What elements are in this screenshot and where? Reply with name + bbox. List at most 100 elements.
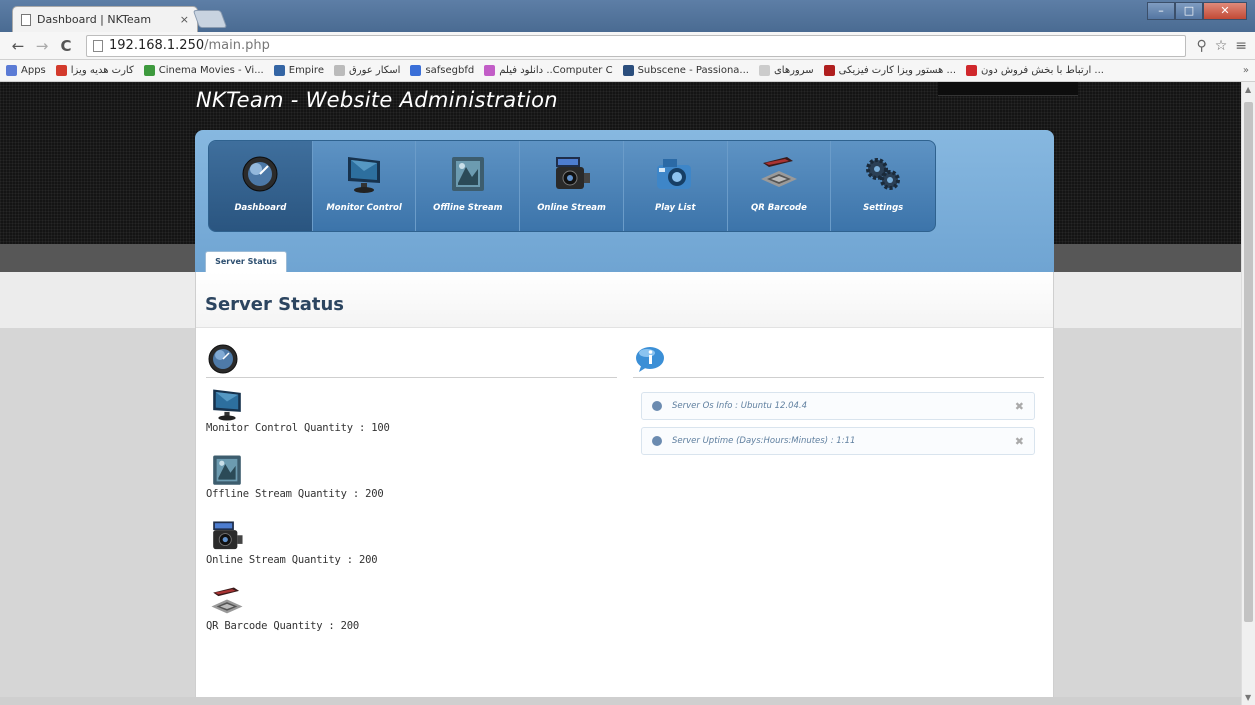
url-host: 192.168.1.250: [109, 38, 205, 53]
monitor-icon: [342, 153, 386, 195]
bookmark-favicon-icon: [6, 65, 17, 76]
bookmarks-bar: Apps کارت هدیه ویزا Cinema Movies - Vi... E…: [0, 60, 1255, 82]
tab-title: Dashboard | NKTeam: [37, 13, 152, 26]
barcode-icon: [208, 584, 246, 618]
bookmark-label: ارتباط با بخش فروش دون ...: [981, 65, 1104, 76]
reload-icon[interactable]: C: [56, 37, 76, 55]
scroll-up-icon[interactable]: ▲: [1245, 85, 1251, 94]
bookmark-item[interactable]: هستور ویزا کارت فیزیکی ...: [823, 65, 956, 76]
address-bar[interactable]: 192.168.1.250/main.php: [86, 34, 1187, 57]
bookmark-item[interactable]: ارتباط با بخش فروش دون ...: [966, 65, 1104, 76]
bookmark-star-icon[interactable]: ☆: [1215, 38, 1228, 54]
new-tab-button[interactable]: [192, 10, 228, 28]
browser-tabstrip: Dashboard | NKTeam × – □ ✕: [0, 0, 1255, 32]
stat-text: Offline Stream Quantity : 200: [206, 488, 384, 500]
menu-icon[interactable]: ≡: [1235, 38, 1247, 54]
nav-panel: Dashboard Monitor Control Offline Stream On…: [195, 130, 1054, 272]
bookmark-label: Apps: [21, 65, 46, 76]
nav-label: Dashboard: [234, 203, 287, 213]
bookmark-label: اسکار عورق: [348, 65, 401, 76]
stat-text: QR Barcode Quantity : 200: [206, 620, 360, 632]
url-path: /main.php: [204, 38, 270, 53]
stats-header: [206, 342, 617, 378]
bookmark-favicon-icon: [966, 65, 978, 76]
forward-icon[interactable]: →: [32, 37, 52, 55]
stat-text: Monitor Control Quantity : 100: [206, 422, 390, 434]
back-icon[interactable]: ←: [8, 37, 28, 55]
bookmark-item[interactable]: Subscene - Passiona...: [622, 65, 749, 76]
stat-item: QR Barcode Quantity : 200: [206, 584, 617, 632]
dismiss-icon[interactable]: ✖: [1015, 435, 1024, 448]
bookmark-favicon-icon: [143, 65, 155, 76]
scrollbar-thumb[interactable]: [1244, 102, 1253, 622]
nav-label: Play List: [654, 203, 696, 213]
stat-text: Online Stream Quantity : 200: [206, 554, 378, 566]
bookmark-label: safsegbfd: [425, 65, 475, 76]
extension-icon[interactable]: ⚲: [1196, 38, 1206, 54]
info-text: Server Os Info : Ubuntu 12.04.4: [672, 401, 808, 411]
bookmark-favicon-icon: [410, 65, 422, 76]
tab-server-status[interactable]: Server Status: [205, 251, 287, 272]
info-column: Server Os Info : Ubuntu 12.04.4 ✖ Server U…: [633, 342, 1044, 455]
monitor-icon: [208, 386, 246, 421]
bookmarks-more-icon[interactable]: »: [1243, 65, 1249, 76]
film-icon: [446, 153, 490, 195]
browser-tab[interactable]: Dashboard | NKTeam ×: [12, 6, 198, 32]
bookmark-item[interactable]: Cinema Movies - Vi...: [143, 65, 264, 76]
nav-label: Offline Stream: [433, 203, 503, 213]
bookmark-label: Subscene - Passiona...: [637, 65, 749, 76]
main-nav: Dashboard Monitor Control Offline Stream On…: [208, 140, 936, 232]
bookmark-item[interactable]: کارت هدیه ویزا: [55, 65, 134, 76]
browser-toolbar: ← → C 192.168.1.250/main.php ⚲ ☆ ≡: [0, 32, 1255, 60]
nav-item-online-stream[interactable]: Online Stream: [520, 141, 624, 231]
gauge-icon: [238, 153, 282, 195]
user-box: [938, 82, 1078, 96]
nav-label: Monitor Control: [326, 203, 402, 213]
page-bottom: [0, 697, 1241, 705]
nav-label: Online Stream: [537, 203, 606, 213]
scroll-down-icon[interactable]: ▼: [1245, 693, 1251, 702]
bookmark-item[interactable]: Empire: [273, 65, 324, 76]
bookmark-item[interactable]: اسکار عورق: [333, 65, 401, 76]
page-viewport: NKTeam - Website Administration Dashboar…: [0, 82, 1241, 705]
content-area: Server Status Monitor Control Quantity :…: [195, 272, 1054, 705]
info-notice: Server Uptime (Days:Hours:Minutes) : 1:1…: [641, 427, 1035, 455]
stats-column: Monitor Control Quantity : 100 Offline St…: [206, 342, 617, 632]
bookmark-favicon-icon: [484, 65, 496, 76]
bookmark-item[interactable]: Apps: [6, 65, 46, 76]
bookmark-favicon-icon: [55, 65, 67, 76]
close-window-icon[interactable]: ✕: [1203, 2, 1247, 20]
vertical-scrollbar[interactable]: ▲ ▼: [1241, 82, 1255, 705]
bookmark-favicon-icon: [333, 65, 345, 76]
bookmark-item[interactable]: سرورهای: [758, 65, 814, 76]
nav-label: QR Barcode: [751, 203, 807, 213]
gauge-icon: [208, 344, 238, 374]
page-title: Server Status: [205, 294, 344, 315]
barcode-icon: [757, 153, 801, 195]
bookmark-label: Cinema Movies - Vi...: [158, 65, 264, 76]
minimize-icon[interactable]: –: [1147, 2, 1175, 20]
info-header: [633, 342, 1044, 378]
nav-label: Settings: [863, 203, 904, 213]
nav-item-play-list[interactable]: Play List: [624, 141, 728, 231]
content-header: Server Status: [196, 272, 1053, 328]
camcorder-icon: [550, 153, 594, 195]
nav-item-settings[interactable]: Settings: [831, 141, 935, 231]
stat-item: Offline Stream Quantity : 200: [206, 452, 617, 500]
maximize-icon[interactable]: □: [1175, 2, 1203, 20]
dismiss-icon[interactable]: ✖: [1015, 400, 1024, 413]
nav-item-monitor-control[interactable]: Monitor Control: [313, 141, 417, 231]
page-icon: [21, 13, 31, 26]
page-icon: [93, 39, 103, 52]
info-icon: [636, 347, 664, 372]
nav-item-dashboard[interactable]: Dashboard: [209, 141, 313, 231]
info-circle-icon: [652, 401, 662, 411]
bookmark-item[interactable]: safsegbfd: [410, 65, 474, 76]
tab-close-icon[interactable]: ×: [180, 13, 189, 26]
bookmark-item[interactable]: دانلود فیلم ..Computer C: [484, 65, 613, 76]
nav-item-offline-stream[interactable]: Offline Stream: [416, 141, 521, 231]
bookmark-label: دانلود فیلم ..Computer C: [499, 65, 613, 76]
bookmark-favicon-icon: [273, 65, 285, 76]
info-notice: Server Os Info : Ubuntu 12.04.4 ✖: [641, 392, 1035, 420]
nav-item-qr-barcode[interactable]: QR Barcode: [728, 141, 832, 231]
